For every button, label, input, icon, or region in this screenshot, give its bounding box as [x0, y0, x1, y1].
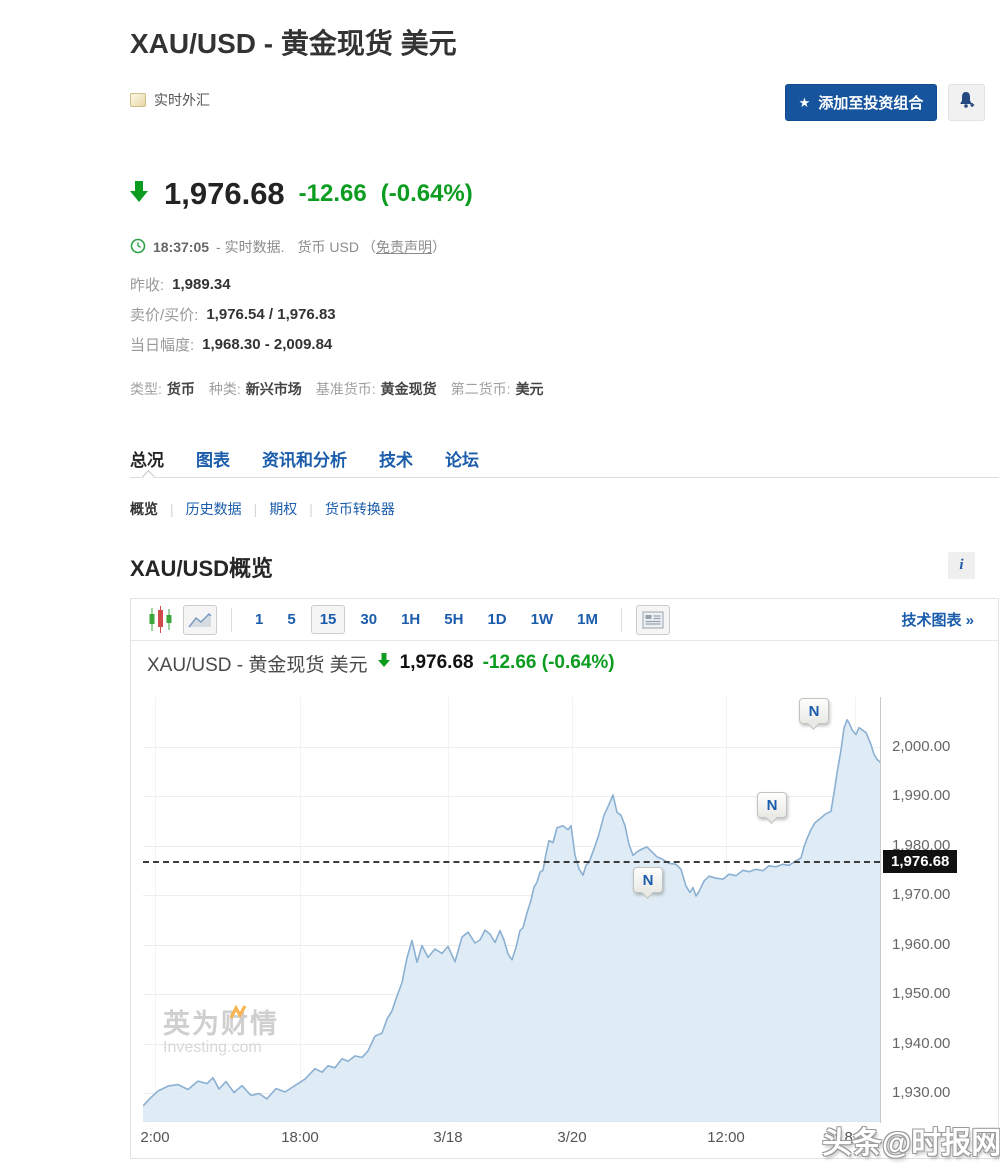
y-axis-label: 2,000.00: [892, 738, 950, 755]
y-axis-label: 1,940.00: [892, 1035, 950, 1052]
chart-last-price: 1,976.68: [400, 652, 474, 674]
price-chart-svg: [143, 697, 880, 1122]
investing-watermark-en: Investing.com: [163, 1039, 279, 1057]
price-change-pct: (-0.64%): [381, 180, 473, 208]
investing-watermark: 英为财情 Investing.com: [163, 1002, 279, 1057]
interval-1h[interactable]: 1H: [392, 605, 429, 634]
tab-forum[interactable]: 论坛: [445, 446, 479, 471]
interval-5h[interactable]: 5H: [435, 605, 472, 634]
info-icon[interactable]: i: [948, 552, 975, 579]
y-axis-label: 1,970.00: [892, 886, 950, 903]
tab-chart[interactable]: 图表: [196, 446, 230, 471]
news-marker[interactable]: N: [799, 698, 829, 724]
meta-base: 基准货币:黄金现货: [316, 379, 437, 399]
overview-section-title: XAU/USD概览: [130, 551, 273, 583]
technical-chart-link[interactable]: 技术图表 »: [901, 609, 974, 630]
meta-second: 第二货币:美元: [451, 379, 544, 399]
y-axis-label: 1,990.00: [892, 787, 950, 804]
disclaimer-link[interactable]: 免责声明: [376, 239, 432, 255]
subtab-overview[interactable]: 概览: [130, 499, 158, 519]
quote-stats: 昨收:1,989.34 卖价/买价:1,976.54 / 1,976.83 当日…: [130, 269, 336, 359]
x-axis-label: 2:00: [123, 1129, 187, 1146]
photo-watermark: 头条@时报网: [822, 1118, 1000, 1162]
add-to-portfolio-button[interactable]: ★ 添加至投资组合: [785, 84, 937, 121]
interval-1d[interactable]: 1D: [478, 605, 515, 634]
last-price-dashed-line: [143, 861, 880, 863]
last-price-tag: 1,976.68: [883, 850, 957, 873]
subtab-options[interactable]: 期权: [269, 499, 297, 519]
interval-1[interactable]: 1: [246, 605, 272, 634]
x-axis-label: 3/20: [540, 1129, 604, 1146]
news-events-icon[interactable]: [636, 605, 670, 635]
candlestick-chart-icon[interactable]: [143, 605, 177, 635]
page-title: XAU/USD - 黄金现货 美元: [130, 22, 457, 62]
quote-time: 18:37:05: [153, 239, 209, 255]
price-area-fill: [143, 720, 880, 1122]
tab-news-analysis[interactable]: 资讯和分析: [262, 446, 347, 471]
subtab-currency-converter[interactable]: 货币转换器: [325, 499, 395, 519]
interval-1m[interactable]: 1M: [568, 605, 607, 634]
x-axis-label: 12:00: [694, 1129, 758, 1146]
stat-prev-close: 昨收:1,989.34: [130, 269, 336, 299]
area-chart-icon[interactable]: [183, 605, 217, 635]
tab-technical[interactable]: 技术: [379, 446, 413, 471]
star-icon: ★: [799, 95, 811, 111]
chart-change: -12.66 (-0.64%): [483, 652, 615, 674]
x-axis-label: 3/18: [416, 1129, 480, 1146]
clock-icon: [130, 238, 146, 257]
instrument-flag-icon: [130, 93, 146, 107]
investing-watermark-cn: 英为财情: [163, 1002, 279, 1041]
realtime-forex-label: 实时外汇: [154, 90, 210, 110]
interval-30[interactable]: 30: [351, 605, 386, 634]
instrument-meta: 类型:货币 种类:新兴市场 基准货币:黄金现货 第二货币:美元: [130, 379, 544, 399]
add-to-portfolio-label: 添加至投资组合: [818, 92, 923, 113]
price-change: -12.66: [299, 180, 367, 208]
investing-logo-accent: [229, 1004, 247, 1022]
active-tab-caret: [142, 470, 155, 483]
y-axis-label: 1,950.00: [892, 985, 950, 1002]
price-down-arrow-icon: [128, 180, 150, 209]
chart-toolbar: 1 5 15 30 1H 5H 1D 1W 1M 技术图表 »: [131, 599, 998, 641]
last-price: 1,976.68: [164, 176, 285, 212]
alert-bell-button[interactable]: [948, 84, 985, 121]
subtab-historical-data[interactable]: 历史数据: [186, 499, 242, 519]
meta-type: 类型:货币: [130, 379, 195, 399]
tabs-divider: [130, 477, 999, 478]
interval-5[interactable]: 5: [278, 605, 304, 634]
y-axis-label: 1,960.00: [892, 936, 950, 953]
news-marker[interactable]: N: [633, 867, 663, 893]
bell-icon: [958, 91, 975, 115]
news-marker[interactable]: N: [757, 792, 787, 818]
main-tabs: 总况 图表 资讯和分析 技术 论坛: [130, 446, 479, 471]
chart-header: XAU/USD - 黄金现货 美元 1,976.68 -12.66 (-0.64…: [131, 641, 998, 685]
y-axis-column: 2,000.001,990.001,980.001,970.001,960.00…: [880, 697, 998, 1123]
meta-group: 种类:新兴市场: [209, 379, 302, 399]
stat-day-range: 当日幅度:1,968.30 - 2,009.84: [130, 329, 336, 359]
currency-note: 货币 USD: [298, 237, 359, 257]
chart-plot[interactable]: 英为财情 Investing.com N N N: [143, 697, 880, 1122]
interval-1w[interactable]: 1W: [522, 605, 563, 634]
chart-widget: 1 5 15 30 1H 5H 1D 1W 1M 技术图表 » XAU/USD …: [130, 598, 999, 1159]
x-axis-label: 18:00: [268, 1129, 332, 1146]
stat-bid-ask: 卖价/买价:1,976.54 / 1,976.83: [130, 299, 336, 329]
y-axis-label: 1,930.00: [892, 1084, 950, 1101]
interval-15[interactable]: 15: [311, 605, 346, 634]
sub-tabs: 概览| 历史数据| 期权| 货币转换器: [130, 499, 395, 519]
chart-title: XAU/USD - 黄金现货 美元: [147, 650, 368, 677]
realtime-data-label: - 实时数据.: [216, 237, 284, 257]
chart-down-arrow-icon: [377, 652, 391, 674]
tab-overview[interactable]: 总况: [130, 446, 164, 471]
x-axis-row: 2:0018:003/183/2012:0018:00: [143, 1123, 880, 1153]
